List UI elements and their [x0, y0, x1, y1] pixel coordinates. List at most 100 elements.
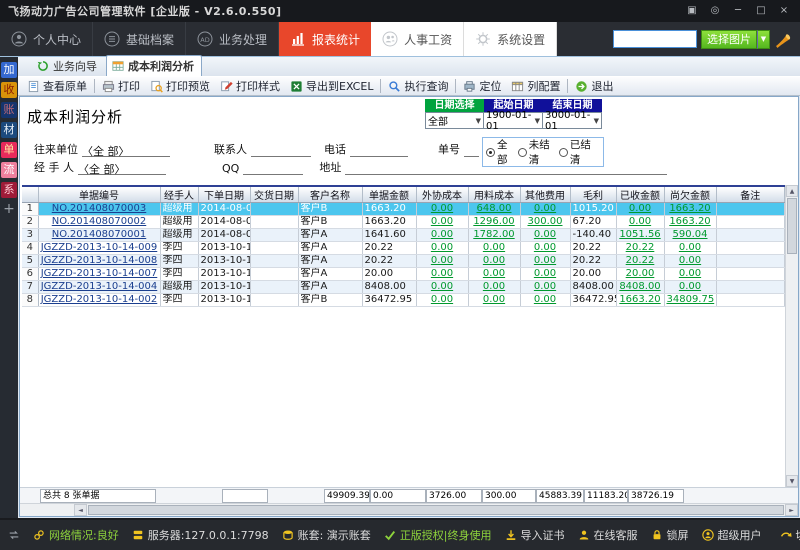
toolbar-print-button[interactable]: 打印	[97, 77, 145, 95]
scrollbar-track[interactable]	[786, 255, 798, 475]
col-order-date[interactable]: 下单日期	[198, 186, 250, 203]
amount-link[interactable]: 34809.75	[667, 294, 715, 305]
amount-link[interactable]: 0.00	[483, 281, 505, 292]
maximize-icon[interactable]: □	[753, 4, 769, 18]
sidebar-item-account[interactable]: 账	[1, 102, 17, 118]
toolbar-print-preview-button[interactable]: 打印预览	[145, 77, 215, 95]
amount-link[interactable]: 0.00	[534, 294, 556, 305]
toolbar-export-excel-button[interactable]: 导出到EXCEL	[285, 77, 378, 95]
amount-link[interactable]: 0.00	[431, 268, 453, 279]
col-amount[interactable]: 单据金额	[362, 186, 416, 203]
nav-item-business-process[interactable]: AD业务处理	[186, 22, 279, 56]
tab-cost-profit-analysis[interactable]: 成本利润分析	[106, 55, 202, 76]
amount-link[interactable]: 0.00	[483, 268, 505, 279]
amount-link[interactable]: 0.00	[534, 281, 556, 292]
amount-link[interactable]: 590.04	[673, 229, 708, 240]
filter-field-input[interactable]	[251, 143, 311, 157]
col-customer[interactable]: 客户名称	[298, 186, 362, 203]
filter-field-input[interactable]	[464, 143, 479, 157]
radio-settled[interactable]: 已结清	[559, 137, 597, 167]
toolbar-view-original-button[interactable]: 查看原单	[22, 77, 92, 95]
chevron-down-icon[interactable]: ▼	[757, 30, 770, 49]
sidebar-item-order[interactable]: 单	[1, 142, 17, 158]
image-search-input[interactable]	[613, 30, 697, 48]
amount-link[interactable]: 0.00	[679, 281, 701, 292]
nav-item-personal-center[interactable]: 个人中心	[0, 22, 93, 56]
status-switch-user[interactable]: 切换用户	[780, 527, 800, 543]
skin-icon[interactable]: ▣	[684, 4, 700, 18]
col-gross-profit[interactable]: 毛利	[570, 186, 616, 203]
col-other-fee[interactable]: 其他费用	[520, 186, 570, 203]
table-row[interactable]: 8JGZZD-2013-10-14-002李四2013-10-1客户B36472…	[22, 294, 785, 307]
doc-link[interactable]: JGZZD-2013-10-14-009	[41, 242, 158, 253]
scrollbar-thumb[interactable]	[787, 198, 797, 254]
filter-field-input[interactable]	[243, 161, 303, 175]
scroll-left-icon[interactable]: ◄	[74, 504, 87, 516]
amount-link[interactable]: 1782.00	[473, 229, 514, 240]
table-row[interactable]: 5JGZZD-2013-10-14-008李四2013-10-1客户A20.22…	[22, 255, 785, 268]
sidebar-item-system[interactable]: 系	[1, 182, 17, 198]
amount-link[interactable]: 20.22	[626, 255, 655, 266]
col-outsource-cost[interactable]: 外协成本	[416, 186, 468, 203]
amount-link[interactable]: 0.00	[431, 294, 453, 305]
amount-link[interactable]: 0.00	[629, 203, 651, 214]
vertical-scrollbar[interactable]: ▲ ▼	[785, 185, 798, 487]
minimize-icon[interactable]: ─	[730, 4, 746, 18]
col-delivery-date[interactable]: 交货日期	[250, 186, 298, 203]
scroll-right-icon[interactable]: ►	[785, 504, 798, 516]
col-doc-no[interactable]: 单据编号	[38, 186, 160, 203]
scroll-down-icon[interactable]: ▼	[786, 475, 798, 487]
amount-link[interactable]: 300.00	[528, 216, 563, 227]
filter-field-input[interactable]	[350, 143, 408, 157]
amount-link[interactable]: 8408.00	[619, 281, 660, 292]
doc-link[interactable]: NO.201408070001	[52, 229, 146, 240]
amount-link[interactable]: 1663.20	[619, 294, 660, 305]
amount-link[interactable]: 0.00	[483, 255, 505, 266]
nav-item-report-stats[interactable]: 报表统计	[279, 22, 371, 56]
amount-link[interactable]: 0.00	[534, 268, 556, 279]
amount-link[interactable]: 0.00	[534, 229, 556, 240]
filter-field-input[interactable]: 〈全 部〉	[78, 161, 166, 175]
radio-all[interactable]: 全部	[486, 137, 515, 167]
sidebar-item-receive[interactable]: 收	[1, 82, 17, 98]
horizontal-scrollbar[interactable]: ◄ ►	[20, 503, 798, 516]
scrollbar-thumb[interactable]	[88, 505, 784, 515]
nav-item-hr-salary[interactable]: 人事工资	[371, 22, 464, 56]
doc-link[interactable]: JGZZD-2013-10-14-004	[41, 281, 158, 292]
amount-link[interactable]: 0.00	[431, 281, 453, 292]
toolbar-run-query-button[interactable]: 执行查询	[383, 77, 453, 95]
scroll-up-icon[interactable]: ▲	[786, 185, 798, 197]
col-note[interactable]: 备注	[716, 186, 785, 203]
doc-link[interactable]: NO.201408070003	[52, 203, 146, 214]
theme-icon[interactable]: ◎	[707, 4, 723, 18]
doc-link[interactable]: JGZZD-2013-10-14-007	[41, 268, 158, 279]
status-layout-swap[interactable]	[8, 529, 20, 541]
amount-link[interactable]: 648.00	[477, 203, 512, 214]
table-row[interactable]: 4JGZZD-2013-10-14-009李四2013-10-1客户A20.22…	[22, 242, 785, 255]
amount-link[interactable]: 0.00	[629, 216, 651, 227]
toolbar-print-style-button[interactable]: 打印样式	[215, 77, 285, 95]
doc-link[interactable]: NO.201408070002	[52, 216, 146, 227]
amount-link[interactable]: 0.00	[431, 216, 453, 227]
amount-link[interactable]: 20.22	[626, 242, 655, 253]
amount-link[interactable]: 0.00	[534, 242, 556, 253]
table-row[interactable]: 7JGZZD-2013-10-14-004超级用2013-10-1客户A8408…	[22, 281, 785, 294]
table-row[interactable]: 3NO.201408070001超级用2014-08-0客户A1641.600.…	[22, 229, 785, 242]
toolbar-exit-button[interactable]: 退出	[570, 77, 618, 95]
status-import-cert[interactable]: 导入证书	[505, 527, 565, 543]
col-owed-amount[interactable]: 尚欠金额	[664, 186, 716, 203]
amount-link[interactable]: 1663.20	[669, 203, 710, 214]
doc-link[interactable]: JGZZD-2013-10-14-002	[41, 294, 158, 305]
status-server[interactable]: 服务器:127.0.0.1:7798	[132, 527, 269, 543]
col-received-amount[interactable]: 已收金额	[616, 186, 664, 203]
amount-link[interactable]: 1296.00	[473, 216, 514, 227]
amount-link[interactable]: 0.00	[431, 255, 453, 266]
date-filter-select[interactable]: 全部▼	[425, 112, 484, 129]
status-online-support[interactable]: 在线客服	[578, 527, 638, 543]
table-row[interactable]: 6JGZZD-2013-10-14-007李四2013-10-1客户A20.00…	[22, 268, 785, 281]
sidebar-add-button[interactable]: +	[1, 202, 17, 218]
amount-link[interactable]: 20.00	[626, 268, 655, 279]
close-icon[interactable]: ×	[776, 4, 792, 18]
amount-link[interactable]: 1051.56	[619, 229, 660, 240]
amount-link[interactable]: 0.00	[679, 268, 701, 279]
